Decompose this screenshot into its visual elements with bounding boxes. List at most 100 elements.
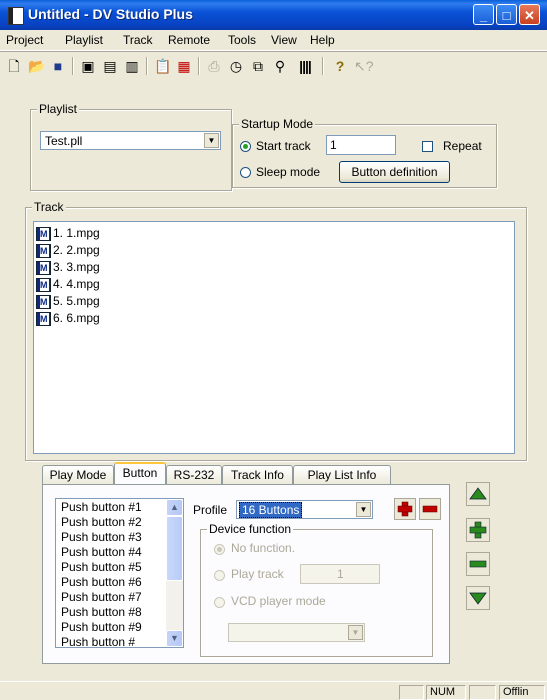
status-num: NUM [426, 685, 466, 700]
triangle-down-icon [469, 592, 487, 605]
title-bar[interactable]: Untitled - DV Studio Plus _ □ ✕ [0, 0, 547, 30]
list-item[interactable]: Push button #8 [61, 605, 142, 620]
minus-red-icon [422, 505, 438, 513]
start-track-input[interactable]: 1 [326, 135, 396, 155]
video-file-icon [36, 260, 51, 275]
list-item[interactable]: Push button #4 [61, 545, 142, 560]
add-button[interactable] [466, 518, 490, 542]
profile-value: 16 Buttons [239, 502, 303, 518]
open-icon[interactable]: 📂 [28, 58, 45, 74]
list-item[interactable]: Push button #9 [61, 620, 142, 635]
app-icon[interactable] [8, 7, 24, 25]
tab-play-mode[interactable]: Play Mode [42, 465, 114, 485]
move-up-button[interactable] [466, 482, 490, 506]
paste-icon[interactable]: 📋 [154, 58, 171, 74]
play-track-input[interactable]: 1 [300, 564, 380, 584]
scroll-thumb[interactable] [166, 516, 183, 581]
video-file-icon [36, 226, 51, 241]
track-export-icon[interactable]: ▥ [124, 58, 140, 74]
close-button[interactable]: ✕ [519, 4, 540, 25]
plus-green-icon [469, 521, 487, 539]
playlist-legend: Playlist [37, 102, 80, 116]
menu-track[interactable]: Track [123, 33, 153, 47]
playlist-file-value: Test.pll [45, 134, 83, 148]
menu-remote[interactable]: Remote [168, 33, 210, 47]
timer-icon[interactable]: ◷ [228, 58, 244, 74]
list-item[interactable]: 4. 4.mpg [36, 277, 100, 294]
push-button-list[interactable]: Push button #1 Push button #2 Push butto… [55, 498, 184, 648]
start-track-label: Start track [256, 139, 311, 153]
add-profile-button[interactable] [394, 498, 416, 520]
context-help-icon[interactable]: ↖? [354, 58, 374, 74]
move-down-button[interactable] [466, 586, 490, 610]
menu-tools[interactable]: Tools [228, 33, 256, 47]
repeat-label: Repeat [443, 139, 482, 153]
list-item[interactable]: Push button #7 [61, 590, 142, 605]
list-item[interactable]: Push button #5 [61, 560, 142, 575]
startup-mode-legend: Startup Mode [239, 117, 316, 131]
menu-view[interactable]: View [271, 33, 297, 47]
toolbar-separator [322, 57, 324, 75]
list-item[interactable]: 1. 1.mpg [36, 226, 100, 243]
vcd-player-mode-radio[interactable] [214, 597, 225, 608]
pdf-icon[interactable]: ▦ [176, 58, 192, 74]
track-legend: Track [32, 200, 66, 214]
scroll-up-icon[interactable]: ▲ [166, 499, 183, 516]
no-function-label: No function. [231, 541, 296, 555]
help-icon[interactable]: ? [332, 58, 348, 74]
list-item[interactable]: 5. 5.mpg [36, 294, 100, 311]
menu-playlist[interactable]: Playlist [65, 33, 103, 47]
play-track-label: Play track [231, 567, 284, 581]
save-icon[interactable]: ■ [50, 58, 66, 74]
tab-rs232[interactable]: RS-232 [166, 465, 222, 485]
list-item[interactable]: 6. 6.mpg [36, 311, 100, 328]
menu-help[interactable]: Help [310, 33, 335, 47]
remove-profile-button[interactable] [419, 498, 441, 520]
list-item[interactable]: 3. 3.mpg [36, 260, 100, 277]
chevron-down-icon[interactable]: ▼ [348, 625, 363, 640]
barcode-icon[interactable]: |||| [293, 58, 317, 74]
sleep-mode-radio[interactable] [240, 167, 251, 178]
button-definition-button[interactable]: Button definition [339, 161, 450, 183]
tab-track-info[interactable]: Track Info [222, 465, 293, 485]
menu-project[interactable]: Project [6, 33, 43, 47]
track-import-icon[interactable]: ▤ [102, 58, 118, 74]
tab-button[interactable]: Button [114, 462, 166, 484]
list-item[interactable]: Push button # [61, 635, 135, 647]
play-track-radio[interactable] [214, 570, 225, 581]
tab-play-list-info[interactable]: Play List Info [293, 465, 391, 485]
start-track-radio[interactable] [240, 141, 251, 152]
print-icon[interactable]: ⎙ [206, 58, 222, 74]
list-item[interactable]: Push button #3 [61, 530, 142, 545]
start-track-value: 1 [330, 138, 337, 152]
list-item[interactable]: 2. 2.mpg [36, 243, 100, 260]
repeat-checkbox[interactable] [422, 141, 433, 152]
list-item[interactable]: Push button #1 [61, 500, 142, 515]
toolbar: 🗋 📂 ■ ▣ ▤ ▥ 📋 ▦ ⎙ ◷ ⧉ ⚲ |||| ? ↖? [0, 51, 547, 80]
scroll-down-icon[interactable]: ▼ [166, 630, 183, 647]
status-offline: Offlin [499, 685, 545, 700]
track-list[interactable]: 1. 1.mpg 2. 2.mpg 3. 3.mpg 4. 4.mpg 5. 5… [33, 221, 515, 454]
vcd-player-mode-label: VCD player mode [231, 594, 326, 608]
triangle-up-icon [469, 487, 487, 500]
no-function-radio[interactable] [214, 544, 225, 555]
remove-button[interactable] [466, 552, 490, 576]
minus-green-icon [469, 560, 487, 568]
vcd-player-combo[interactable]: ▼ [228, 623, 365, 642]
chevron-down-icon[interactable]: ▼ [356, 502, 371, 517]
status-panel-empty [469, 685, 496, 700]
search-icon[interactable]: ⚲ [272, 58, 288, 74]
sleep-mode-label: Sleep mode [256, 165, 321, 179]
playlist-combo[interactable]: Test.pll ▼ [40, 131, 221, 150]
list-item[interactable]: Push button #2 [61, 515, 142, 530]
list-item[interactable]: Push button #6 [61, 575, 142, 590]
maximize-button[interactable]: □ [496, 4, 517, 25]
vertical-scrollbar[interactable]: ▲ ▼ [166, 499, 183, 647]
chevron-down-icon[interactable]: ▼ [204, 133, 219, 148]
remote-icon[interactable]: ⧉ [250, 58, 266, 74]
toolbar-separator [72, 57, 74, 75]
profile-combo[interactable]: 16 Buttons ▼ [236, 500, 373, 519]
track-add-icon[interactable]: ▣ [80, 58, 96, 74]
minimize-button[interactable]: _ [473, 4, 494, 25]
new-icon[interactable]: 🗋 [6, 58, 22, 74]
